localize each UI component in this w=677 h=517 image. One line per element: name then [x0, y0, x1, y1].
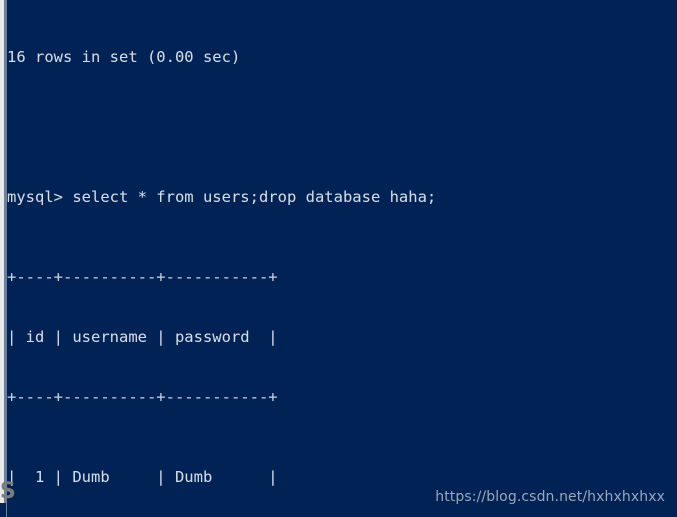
- window-bottom-left-corner: [0, 503, 6, 517]
- command-line: mysql> select * from users;drop database…: [7, 188, 437, 206]
- terminal-scrollbar[interactable]: [4, 0, 7, 517]
- table-top-rule: +----+----------+-----------+: [7, 268, 278, 286]
- csdn-logo-artifact: S: [0, 479, 16, 504]
- table-header-row: | id | username | password |: [7, 328, 278, 346]
- terminal-output[interactable]: 16 rows in set (0.00 sec) mysql> select …: [7, 0, 677, 517]
- table-header-rule: +----+----------+-----------+: [7, 388, 278, 406]
- scrollback-clipped-line: 16 rows in set (0.00 sec): [7, 48, 241, 66]
- blog-watermark: https://blog.csdn.net/hxhxhxhxx: [435, 489, 665, 505]
- mysql-terminal-window: 16 rows in set (0.00 sec) mysql> select …: [0, 0, 677, 517]
- table-row: | 1 | Dumb | Dumb |: [7, 468, 278, 486]
